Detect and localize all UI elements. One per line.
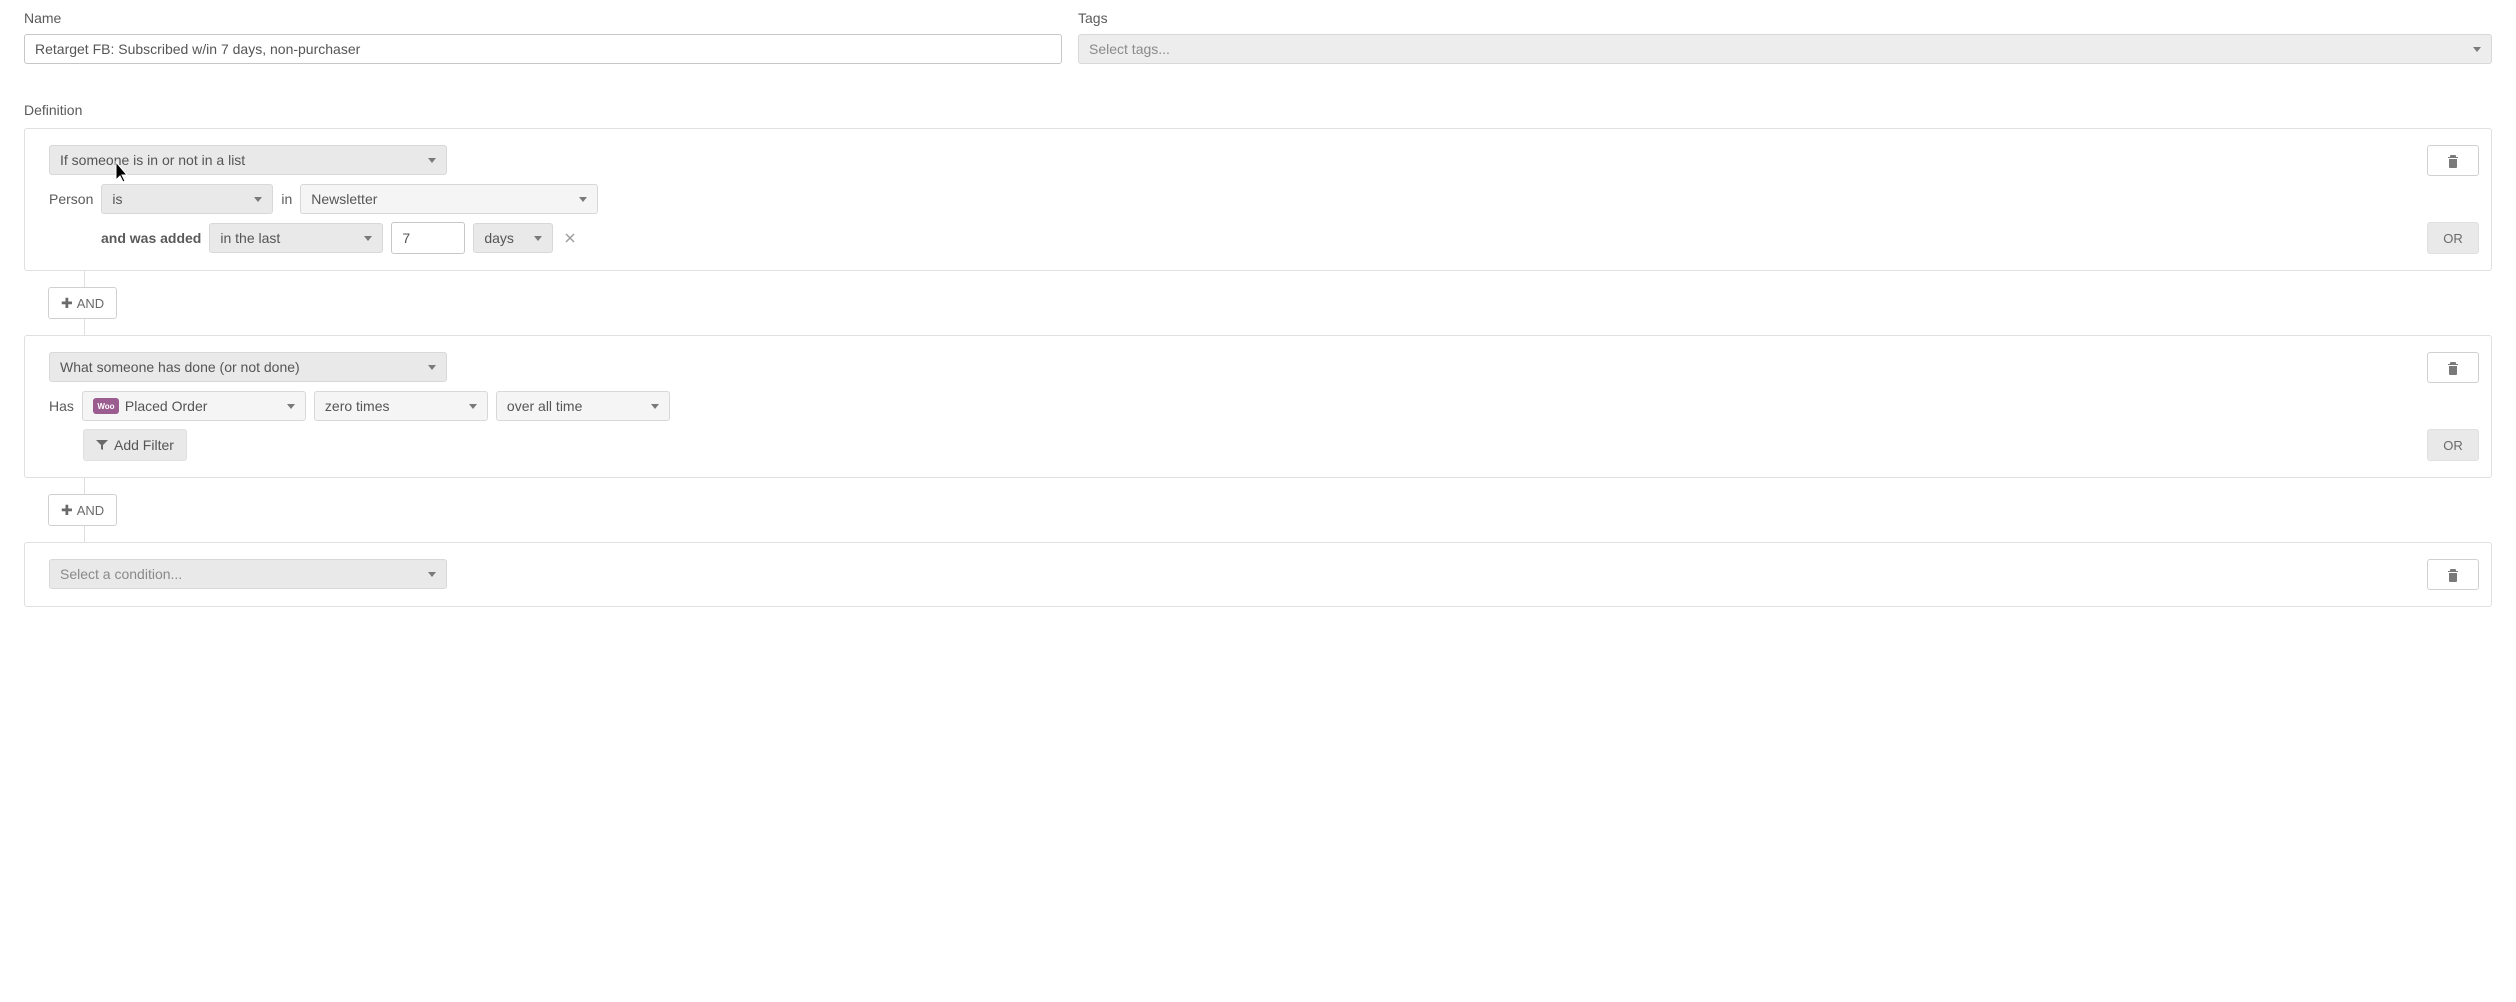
connector: ✚ AND xyxy=(62,478,2492,542)
name-input[interactable] xyxy=(24,34,1062,64)
event-select[interactable]: Woo Placed Order xyxy=(82,391,306,421)
has-label: Has xyxy=(49,398,74,414)
delete-button[interactable] xyxy=(2427,145,2479,176)
trash-icon xyxy=(2447,568,2459,582)
and-button[interactable]: ✚ AND xyxy=(48,494,117,526)
condition-block: Select a condition... xyxy=(24,542,2492,607)
and-button[interactable]: ✚ AND xyxy=(48,287,117,319)
list-select[interactable]: Newsletter xyxy=(300,184,598,214)
delete-button[interactable] xyxy=(2427,559,2479,590)
added-label: and was added xyxy=(101,230,201,246)
name-label: Name xyxy=(24,10,1062,26)
range-select[interactable]: in the last xyxy=(209,223,383,253)
tags-placeholder: Select tags... xyxy=(1089,41,1170,57)
or-button[interactable]: OR xyxy=(2427,222,2479,254)
quantity-input[interactable] xyxy=(391,222,465,254)
close-icon xyxy=(565,233,575,243)
condition-block: What someone has done (or not done) Has … xyxy=(24,335,2492,478)
filter-icon xyxy=(96,439,108,451)
trash-icon xyxy=(2447,361,2459,375)
unit-select[interactable]: days xyxy=(473,223,553,253)
condition-type-value: What someone has done (or not done) xyxy=(60,359,300,375)
condition-block: If someone is in or not in a list Person… xyxy=(24,128,2492,271)
plus-icon: ✚ xyxy=(61,296,73,310)
person-op-select[interactable]: is xyxy=(101,184,273,214)
woo-icon: Woo xyxy=(93,398,119,414)
in-label: in xyxy=(281,191,292,207)
tags-label: Tags xyxy=(1078,10,2492,26)
add-filter-button[interactable]: Add Filter xyxy=(83,429,187,461)
trash-icon xyxy=(2447,154,2459,168)
condition-type-value: If someone is in or not in a list xyxy=(60,152,245,168)
definition-label: Definition xyxy=(24,102,2492,118)
time-select[interactable]: over all time xyxy=(496,391,670,421)
or-button[interactable]: OR xyxy=(2427,429,2479,461)
freq-select[interactable]: zero times xyxy=(314,391,488,421)
clear-button[interactable] xyxy=(561,229,579,247)
person-label: Person xyxy=(49,191,93,207)
condition-type-select[interactable]: What someone has done (or not done) xyxy=(49,352,447,382)
delete-button[interactable] xyxy=(2427,352,2479,383)
condition-type-placeholder: Select a condition... xyxy=(60,566,182,582)
tags-select[interactable]: Select tags... xyxy=(1078,34,2492,64)
condition-type-select[interactable]: Select a condition... xyxy=(49,559,447,589)
connector: ✚ AND xyxy=(62,271,2492,335)
plus-icon: ✚ xyxy=(61,503,73,517)
condition-type-select[interactable]: If someone is in or not in a list xyxy=(49,145,447,175)
